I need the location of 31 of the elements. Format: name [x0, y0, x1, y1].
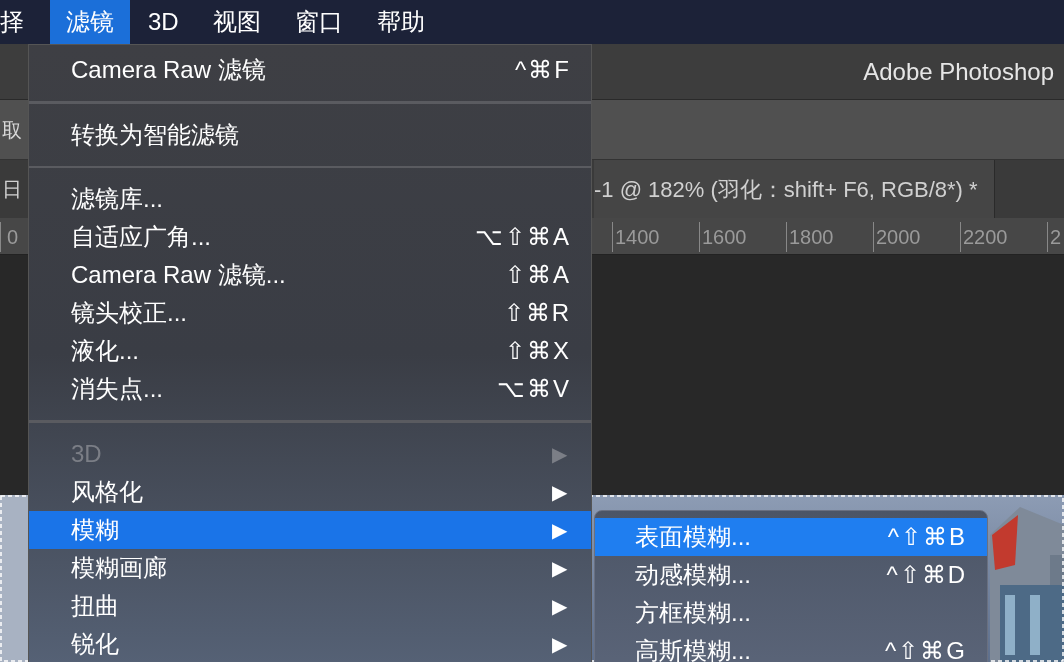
menu-bar-item[interactable]: 窗口 — [278, 0, 359, 44]
menu-item[interactable]: 模糊 ▶ — [29, 511, 591, 549]
ruler-label: 2000 — [873, 222, 960, 252]
menu-item[interactable]: Camera Raw 滤镜... ⇧⌘A — [29, 256, 591, 295]
options-label[interactable]: 取 — [2, 114, 22, 145]
menu-bar-item[interactable]: 视图 — [196, 0, 277, 44]
menu-bar-item[interactable]: 择 — [0, 0, 34, 44]
menu-item[interactable]: 风格化 ▶ — [29, 473, 591, 511]
menu-item[interactable]: 消失点... ⌥⌘V — [29, 370, 591, 409]
menu-item[interactable]: 模糊画廊 ▶ — [29, 549, 591, 587]
menu-item[interactable]: 扭曲 ▶ — [29, 587, 591, 625]
menu-bar-item[interactable]: 滤镜 — [50, 0, 130, 44]
menu-item[interactable]: 镜头校正... ⇧⌘R — [29, 294, 591, 333]
menu-item[interactable]: 液化... ⇧⌘X — [29, 332, 591, 371]
app-title: Adobe Photoshop — [863, 56, 1054, 87]
document-tab[interactable]: -1 @ 182% (羽化：shift+ F6, RGB/8*) * — [594, 160, 995, 218]
menu-item[interactable]: 表面模糊... ^⇧⌘B — [595, 518, 987, 556]
menu-item[interactable]: 方框模糊... — [595, 594, 987, 632]
menu-bar-item[interactable]: 帮助 — [360, 0, 441, 44]
menu-item[interactable]: 锐化 ▶ — [29, 625, 591, 662]
ruler-label: 1600 — [699, 222, 786, 252]
menu-item[interactable]: 动感模糊... ^⇧⌘D — [595, 556, 987, 594]
ruler-label: 1800 — [786, 222, 873, 252]
ruler-label: 1400 — [612, 222, 699, 252]
menu-bar-item[interactable]: 3D — [132, 0, 195, 44]
menu-item[interactable]: 滤镜库... — [29, 180, 591, 219]
menu-item[interactable]: Camera Raw 滤镜 ^⌘F — [29, 51, 591, 89]
ruler-label: 2200 — [960, 222, 1047, 252]
menu-item[interactable]: 转换为智能滤镜 — [29, 115, 591, 154]
menu-item[interactable]: 高斯模糊... ^⇧⌘G — [595, 632, 987, 662]
ruler-label: 2 — [1047, 222, 1064, 252]
